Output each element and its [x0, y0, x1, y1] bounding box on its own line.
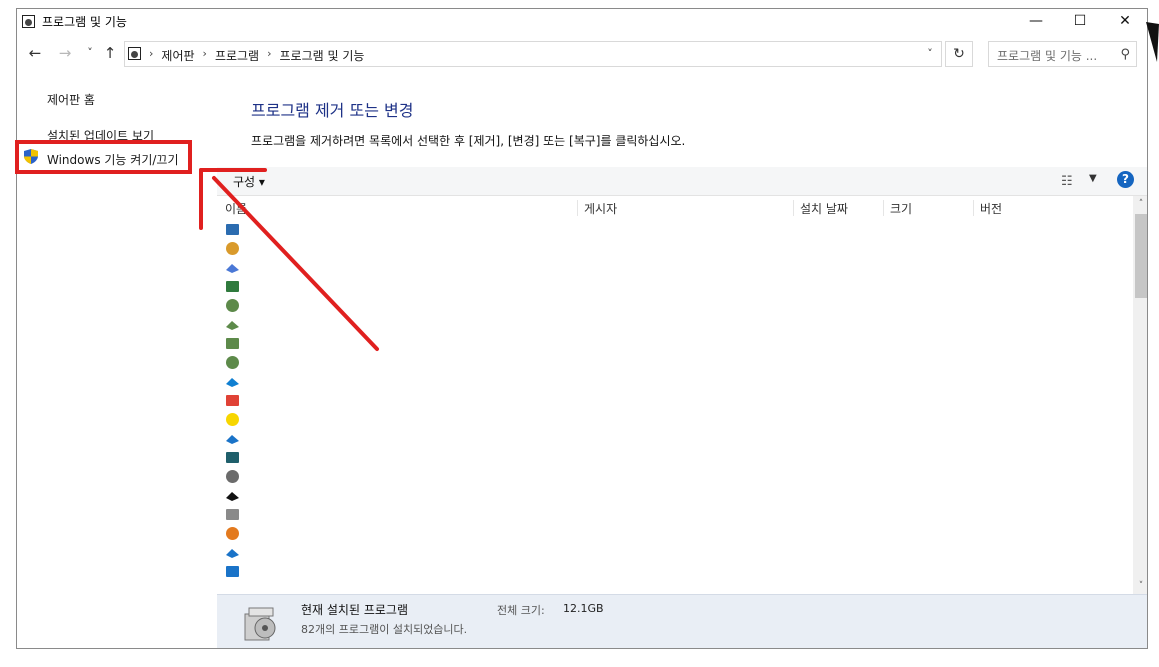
network-adapter-icon [226, 338, 239, 349]
forward-button[interactable]: → [55, 43, 75, 63]
window-title: 프로그램 및 기능 [42, 15, 127, 29]
scroll-up-button[interactable]: ˄ [1133, 196, 1147, 212]
maximize-button[interactable]: ☐ [1057, 9, 1103, 35]
minimize-button[interactable]: — [1013, 9, 1059, 35]
toolbar: 구성 ▾ ☷ ▼ ? [217, 167, 1147, 196]
breadcrumb: › 제어판 › 프로그램 › 프로그램 및 기능 [147, 47, 370, 64]
samsung-app-icon [226, 264, 239, 273]
disk-app-icon [226, 509, 239, 520]
total-size-value: 12.1GB [563, 602, 604, 615]
breadcrumb-control-panel[interactable]: 제어판 [155, 47, 200, 64]
window-app-icon [226, 470, 239, 483]
refresh-button[interactable]: ↻ [945, 41, 973, 67]
search-icon[interactable]: ⚲ [1120, 47, 1130, 62]
search-input[interactable]: 프로그램 및 기능 ... ⚲ [988, 41, 1137, 67]
back-button[interactable]: ← [25, 43, 45, 63]
network-adapter-icon [226, 321, 239, 330]
health-app-icon [226, 566, 239, 577]
breadcrumb-separator: › [267, 47, 272, 60]
breadcrumb-programs[interactable]: 프로그램 [209, 47, 265, 64]
view-dropdown-icon[interactable]: ▼ [1089, 173, 1097, 184]
shield-app-icon [226, 527, 239, 540]
column-headers: 이름 게시자 설치 날짜 크기 버전 [217, 196, 1133, 218]
bolt-app-icon [226, 549, 239, 558]
search-placeholder: 프로그램 및 기능 ... [997, 49, 1098, 63]
status-panel: 현재 설치된 프로그램 전체 크기: 12.1GB 82개의 프로그램이 설치되… [217, 594, 1147, 648]
navigation-bar: ← → ˅ ↑ › 제어판 › 프로그램 › 프로그램 및 기능 ˅ ↻ 프로그… [17, 39, 1147, 69]
vertical-scrollbar[interactable]: ˄ ˅ [1133, 196, 1147, 594]
column-install-date[interactable]: 설치 날짜 [793, 200, 848, 216]
column-size[interactable]: 크기 [883, 200, 912, 216]
g-app-icon [226, 492, 239, 501]
edge-icon [226, 378, 239, 387]
programs-and-features-window: 프로그램 및 기능 — ☐ ✕ ← → ˅ ↑ › 제어판 › 프로그램 › 프… [16, 8, 1148, 649]
page-description: 프로그램을 제거하려면 목록에서 선택한 후 [제거], [변경] 또는 [복구… [251, 134, 686, 148]
control-panel-home-link[interactable]: 제어판 홈 [47, 91, 95, 108]
breadcrumb-separator: › [149, 47, 154, 60]
control-panel-icon [128, 47, 141, 60]
network-adapter-icon [226, 299, 239, 312]
address-bar[interactable]: › 제어판 › 프로그램 › 프로그램 및 기능 ˅ [124, 41, 942, 67]
title-bar: 프로그램 및 기능 — ☐ ✕ [17, 9, 1147, 35]
breadcrumb-programs-and-features[interactable]: 프로그램 및 기능 [274, 47, 371, 64]
main-pane: 프로그램 제거 또는 변경 프로그램을 제거하려면 목록에서 선택한 후 [제거… [217, 71, 1147, 648]
total-size-label: 전체 크기: [497, 604, 545, 617]
column-name[interactable]: 이름 [219, 200, 247, 216]
column-version[interactable]: 버전 [973, 200, 1002, 216]
package-icon [226, 242, 239, 255]
annotation-highlight-box [15, 140, 192, 174]
program-list: 이름 게시자 설치 날짜 크기 버전 [217, 196, 1133, 594]
organize-button[interactable]: 구성 ▾ [233, 173, 265, 190]
breadcrumb-separator: › [202, 47, 207, 60]
up-button[interactable]: ↑ [100, 43, 120, 63]
onedrive-icon [226, 435, 239, 444]
kakaotalk-icon [226, 413, 239, 426]
chrome-icon [226, 395, 239, 406]
status-title: 현재 설치된 프로그램 [301, 603, 408, 617]
window-app-icon [226, 224, 239, 235]
column-publisher[interactable]: 게시자 [577, 200, 617, 216]
corner-mark [1146, 22, 1159, 62]
chevron-down-icon[interactable]: ˅ [919, 42, 941, 66]
program-count: 82개의 프로그램이 설치되었습니다. [301, 623, 468, 636]
scroll-down-button[interactable]: ˅ [1133, 578, 1147, 594]
scrollbar-thumb[interactable] [1135, 214, 1147, 298]
help-icon[interactable]: ? [1117, 171, 1134, 188]
network-adapter-icon [226, 356, 239, 369]
page-title: 프로그램 제거 또는 변경 [251, 101, 414, 120]
close-button[interactable]: ✕ [1102, 9, 1147, 35]
view-options-icon[interactable]: ☷ [1061, 174, 1073, 189]
installed-programs-icon [244, 607, 276, 641]
game-app-icon [226, 452, 239, 463]
recent-locations-button[interactable]: ˅ [80, 43, 100, 63]
installer-icon [226, 281, 239, 292]
control-panel-icon [22, 15, 35, 28]
